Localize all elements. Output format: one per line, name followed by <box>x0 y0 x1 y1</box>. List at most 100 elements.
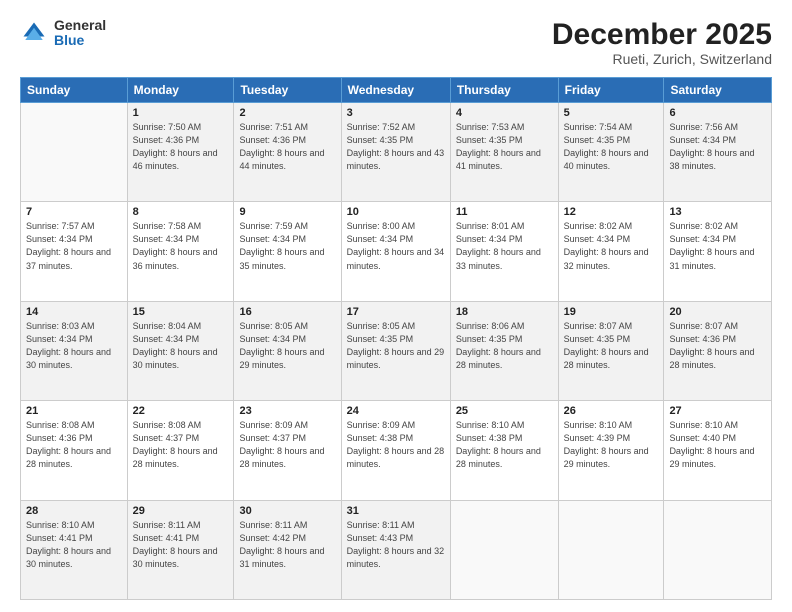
day-number: 10 <box>347 206 445 218</box>
day-number: 5 <box>564 107 659 119</box>
day-detail: Sunrise: 8:11 AMSunset: 4:41 PMDaylight:… <box>133 519 229 571</box>
day-number: 31 <box>347 505 445 517</box>
calendar-table: SundayMondayTuesdayWednesdayThursdayFrid… <box>20 77 772 600</box>
day-number: 25 <box>456 405 553 417</box>
calendar-week-row: 28Sunrise: 8:10 AMSunset: 4:41 PMDayligh… <box>21 500 772 599</box>
day-number: 21 <box>26 405 122 417</box>
day-detail: Sunrise: 7:53 AMSunset: 4:35 PMDaylight:… <box>456 121 553 173</box>
day-detail: Sunrise: 8:10 AMSunset: 4:38 PMDaylight:… <box>456 419 553 471</box>
calendar-cell: 28Sunrise: 8:10 AMSunset: 4:41 PMDayligh… <box>21 500 128 599</box>
day-number: 23 <box>239 405 335 417</box>
day-detail: Sunrise: 8:03 AMSunset: 4:34 PMDaylight:… <box>26 320 122 372</box>
day-detail: Sunrise: 8:10 AMSunset: 4:40 PMDaylight:… <box>669 419 766 471</box>
day-of-week-header: Friday <box>558 78 664 103</box>
calendar-cell: 23Sunrise: 8:09 AMSunset: 4:37 PMDayligh… <box>234 401 341 500</box>
day-of-week-header: Wednesday <box>341 78 450 103</box>
calendar-week-row: 1 Sunrise: 7:50 AMSunset: 4:36 PMDaylight… <box>21 103 772 202</box>
calendar-cell: 12Sunrise: 8:02 AMSunset: 4:34 PMDayligh… <box>558 202 664 301</box>
calendar-cell: 17 Sunrise: 8:05 AMSunset: 4:35 PMDayligh… <box>341 301 450 400</box>
day-number: 17 <box>347 306 445 318</box>
day-number: 20 <box>669 306 766 318</box>
day-detail: Sunrise: 7:56 AMSunset: 4:34 PMDaylight:… <box>669 121 766 173</box>
calendar-cell: 10 Sunrise: 8:00 AMSunset: 4:34 PMDayligh… <box>341 202 450 301</box>
day-number: 4 <box>456 107 553 119</box>
day-number: 30 <box>239 505 335 517</box>
calendar-cell: 8 Sunrise: 7:58 AMSunset: 4:34 PMDaylight… <box>127 202 234 301</box>
calendar-cell: 5 Sunrise: 7:54 AMSunset: 4:35 PMDaylight… <box>558 103 664 202</box>
header-row: SundayMondayTuesdayWednesdayThursdayFrid… <box>21 78 772 103</box>
calendar-week-row: 14 Sunrise: 8:03 AMSunset: 4:34 PMDayligh… <box>21 301 772 400</box>
day-number: 1 <box>133 107 229 119</box>
day-detail: Sunrise: 8:05 AMSunset: 4:34 PMDaylight:… <box>239 320 335 372</box>
calendar-cell: 11 Sunrise: 8:01 AMSunset: 4:34 PMDayligh… <box>450 202 558 301</box>
calendar-cell: 19 Sunrise: 8:07 AMSunset: 4:35 PMDayligh… <box>558 301 664 400</box>
logo: General Blue <box>20 18 106 49</box>
logo-text: General Blue <box>54 18 106 49</box>
calendar-cell: 31Sunrise: 8:11 AMSunset: 4:43 PMDayligh… <box>341 500 450 599</box>
calendar-body: 1 Sunrise: 7:50 AMSunset: 4:36 PMDaylight… <box>21 103 772 600</box>
calendar-cell: 21Sunrise: 8:08 AMSunset: 4:36 PMDayligh… <box>21 401 128 500</box>
calendar-cell: 24Sunrise: 8:09 AMSunset: 4:38 PMDayligh… <box>341 401 450 500</box>
day-number: 11 <box>456 206 553 218</box>
day-detail: Sunrise: 8:02 AMSunset: 4:34 PMDaylight:… <box>564 220 659 272</box>
day-number: 8 <box>133 206 229 218</box>
calendar-cell: 26Sunrise: 8:10 AMSunset: 4:39 PMDayligh… <box>558 401 664 500</box>
calendar-cell: 16 Sunrise: 8:05 AMSunset: 4:34 PMDayligh… <box>234 301 341 400</box>
calendar-header: SundayMondayTuesdayWednesdayThursdayFrid… <box>21 78 772 103</box>
day-detail: Sunrise: 7:58 AMSunset: 4:34 PMDaylight:… <box>133 220 229 272</box>
calendar-cell: 22 Sunrise: 8:08 AMSunset: 4:37 PMDayligh… <box>127 401 234 500</box>
calendar-cell: 2 Sunrise: 7:51 AMSunset: 4:36 PMDaylight… <box>234 103 341 202</box>
month-title: December 2025 <box>552 18 772 51</box>
calendar-cell: 13Sunrise: 8:02 AMSunset: 4:34 PMDayligh… <box>664 202 772 301</box>
day-detail: Sunrise: 7:57 AMSunset: 4:34 PMDaylight:… <box>26 220 122 272</box>
day-number: 29 <box>133 505 229 517</box>
day-detail: Sunrise: 7:50 AMSunset: 4:36 PMDaylight:… <box>133 121 229 173</box>
calendar-cell: 14 Sunrise: 8:03 AMSunset: 4:34 PMDayligh… <box>21 301 128 400</box>
day-detail: Sunrise: 7:52 AMSunset: 4:35 PMDaylight:… <box>347 121 445 173</box>
day-detail: Sunrise: 8:00 AMSunset: 4:34 PMDaylight:… <box>347 220 445 272</box>
logo-blue-label: Blue <box>54 33 106 48</box>
calendar-cell: 4 Sunrise: 7:53 AMSunset: 4:35 PMDaylight… <box>450 103 558 202</box>
day-number: 18 <box>456 306 553 318</box>
logo-general-label: General <box>54 18 106 33</box>
day-detail: Sunrise: 8:08 AMSunset: 4:37 PMDaylight:… <box>133 419 229 471</box>
day-number: 14 <box>26 306 122 318</box>
calendar-cell: 6 Sunrise: 7:56 AMSunset: 4:34 PMDaylight… <box>664 103 772 202</box>
day-detail: Sunrise: 8:04 AMSunset: 4:34 PMDaylight:… <box>133 320 229 372</box>
day-of-week-header: Monday <box>127 78 234 103</box>
calendar-cell: 20 Sunrise: 8:07 AMSunset: 4:36 PMDayligh… <box>664 301 772 400</box>
day-detail: Sunrise: 8:10 AMSunset: 4:41 PMDaylight:… <box>26 519 122 571</box>
day-number: 22 <box>133 405 229 417</box>
day-number: 2 <box>239 107 335 119</box>
calendar-cell <box>664 500 772 599</box>
day-number: 9 <box>239 206 335 218</box>
day-of-week-header: Tuesday <box>234 78 341 103</box>
calendar-cell: 15Sunrise: 8:04 AMSunset: 4:34 PMDayligh… <box>127 301 234 400</box>
header: General Blue December 2025 Rueti, Zurich… <box>20 18 772 67</box>
calendar-week-row: 7 Sunrise: 7:57 AMSunset: 4:34 PMDaylight… <box>21 202 772 301</box>
day-detail: Sunrise: 7:59 AMSunset: 4:34 PMDaylight:… <box>239 220 335 272</box>
calendar-cell: 3Sunrise: 7:52 AMSunset: 4:35 PMDaylight… <box>341 103 450 202</box>
day-detail: Sunrise: 8:10 AMSunset: 4:39 PMDaylight:… <box>564 419 659 471</box>
day-detail: Sunrise: 7:54 AMSunset: 4:35 PMDaylight:… <box>564 121 659 173</box>
day-detail: Sunrise: 8:05 AMSunset: 4:35 PMDaylight:… <box>347 320 445 372</box>
day-number: 13 <box>669 206 766 218</box>
day-number: 7 <box>26 206 122 218</box>
day-number: 16 <box>239 306 335 318</box>
day-detail: Sunrise: 8:09 AMSunset: 4:38 PMDaylight:… <box>347 419 445 471</box>
calendar-cell <box>450 500 558 599</box>
day-number: 19 <box>564 306 659 318</box>
day-detail: Sunrise: 8:01 AMSunset: 4:34 PMDaylight:… <box>456 220 553 272</box>
day-of-week-header: Saturday <box>664 78 772 103</box>
calendar-cell: 29 Sunrise: 8:11 AMSunset: 4:41 PMDayligh… <box>127 500 234 599</box>
day-number: 6 <box>669 107 766 119</box>
page: General Blue December 2025 Rueti, Zurich… <box>0 0 792 612</box>
calendar-week-row: 21Sunrise: 8:08 AMSunset: 4:36 PMDayligh… <box>21 401 772 500</box>
calendar-cell: 7 Sunrise: 7:57 AMSunset: 4:34 PMDaylight… <box>21 202 128 301</box>
day-detail: Sunrise: 8:07 AMSunset: 4:36 PMDaylight:… <box>669 320 766 372</box>
day-detail: Sunrise: 8:07 AMSunset: 4:35 PMDaylight:… <box>564 320 659 372</box>
day-number: 27 <box>669 405 766 417</box>
calendar-cell: 9 Sunrise: 7:59 AMSunset: 4:34 PMDaylight… <box>234 202 341 301</box>
day-detail: Sunrise: 7:51 AMSunset: 4:36 PMDaylight:… <box>239 121 335 173</box>
calendar-cell: 1 Sunrise: 7:50 AMSunset: 4:36 PMDaylight… <box>127 103 234 202</box>
